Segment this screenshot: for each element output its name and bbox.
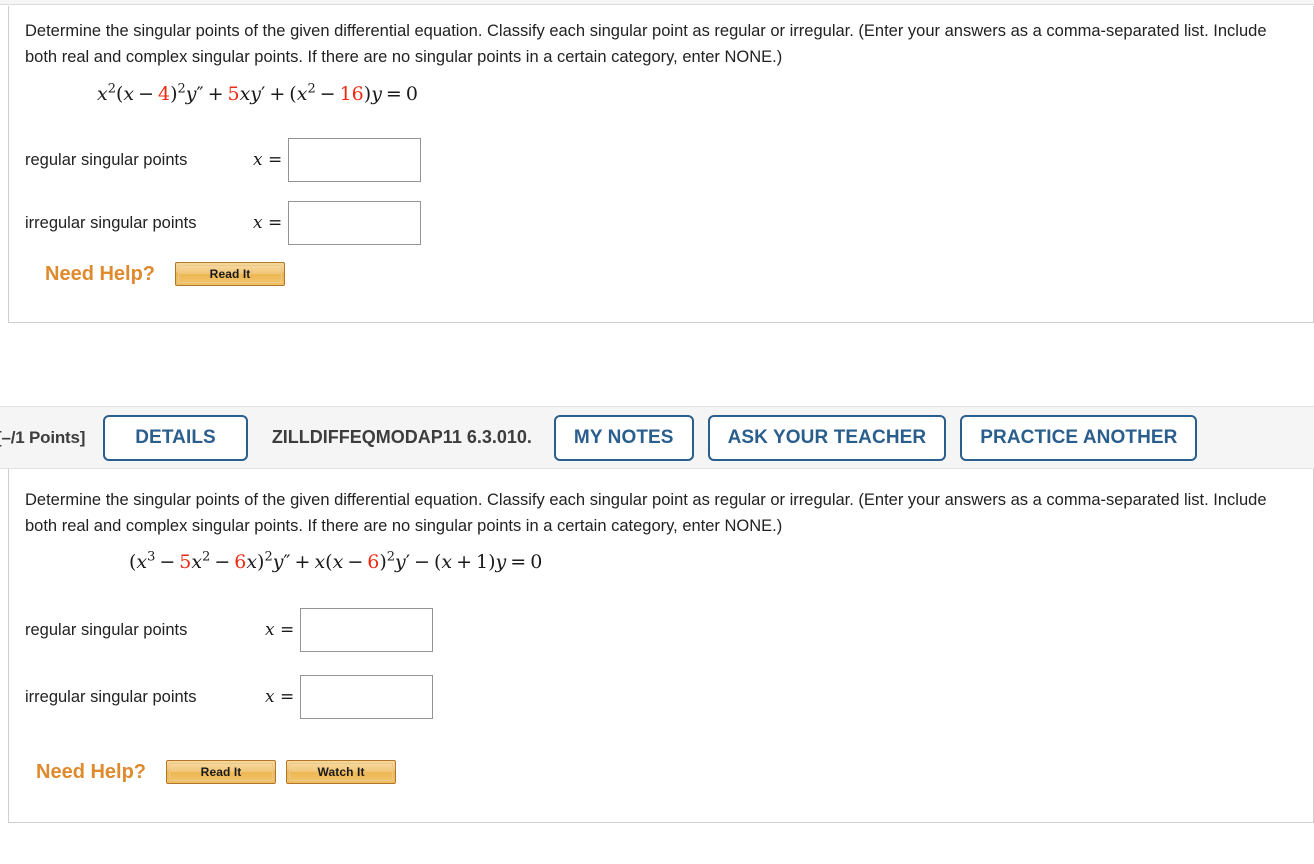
question-prompt-1: Determine the singular points of the giv… <box>25 22 1267 66</box>
equation-2: (x3−5x2−6x)2y″ + x(x −6)2y′ − (x +1)y = 0 <box>129 549 543 573</box>
read-it-button-1[interactable]: Read It <box>175 262 286 286</box>
practice-another-button-2[interactable]: PRACTICE ANOTHER <box>960 414 1198 461</box>
need-help-row-1: Need Help? Read It <box>45 262 295 286</box>
variable-label-regular-1: x = <box>253 150 283 170</box>
answer-row-regular-1: regular singular points x = <box>25 138 422 182</box>
need-help-label-1: Need Help? <box>45 262 156 285</box>
need-help-label-2: Need Help? <box>36 760 147 783</box>
read-it-button-label-2: Read It <box>169 763 274 781</box>
equation-1: x2(x −4)2y″ +5xy′ + (x2−16)y = 0 <box>97 81 418 105</box>
answer-label-irregular-2: irregular singular points <box>25 687 197 706</box>
variable-label-irregular-2: x = <box>265 687 295 707</box>
regular-singular-points-input-2[interactable] <box>300 608 434 652</box>
watch-it-button-2[interactable]: Watch It <box>286 760 397 784</box>
regular-singular-points-input-1[interactable] <box>288 138 422 182</box>
answer-row-irregular-1: irregular singular points x = <box>25 201 422 245</box>
question-header-2: [–/1 Points] DETAILS ZILLDIFFEQMODAP11 6… <box>0 406 1314 469</box>
answer-label-irregular-1: irregular singular points <box>25 213 197 232</box>
my-notes-button-2[interactable]: MY NOTES <box>553 414 694 461</box>
points-label-2: [–/1 Points] <box>0 427 86 447</box>
question-card-1: Determine the singular points of the giv… <box>8 6 1314 323</box>
read-it-button-2[interactable]: Read It <box>166 760 277 784</box>
irregular-singular-points-input-2[interactable] <box>300 675 434 719</box>
details-button-2[interactable]: DETAILS <box>103 414 248 461</box>
ask-your-teacher-button-2[interactable]: ASK YOUR TEACHER <box>707 414 947 461</box>
answer-label-regular-2: regular singular points <box>25 620 188 639</box>
read-it-button-label-1: Read It <box>178 265 283 283</box>
variable-label-irregular-1: x = <box>253 213 283 233</box>
watch-it-button-label-2: Watch It <box>289 763 394 781</box>
question-code-2: ZILLDIFFEQMODAP11 6.3.010. <box>271 427 532 447</box>
page-top-divider <box>0 0 1314 5</box>
answer-row-regular-2: regular singular points x = <box>25 608 434 652</box>
answer-row-irregular-2: irregular singular points x = <box>25 675 434 719</box>
irregular-singular-points-input-1[interactable] <box>288 201 422 245</box>
need-help-row-2: Need Help? Read It Watch It <box>36 760 406 784</box>
variable-label-regular-2: x = <box>265 620 295 640</box>
question-prompt-2: Determine the singular points of the giv… <box>25 491 1267 535</box>
answer-label-regular-1: regular singular points <box>25 150 188 169</box>
